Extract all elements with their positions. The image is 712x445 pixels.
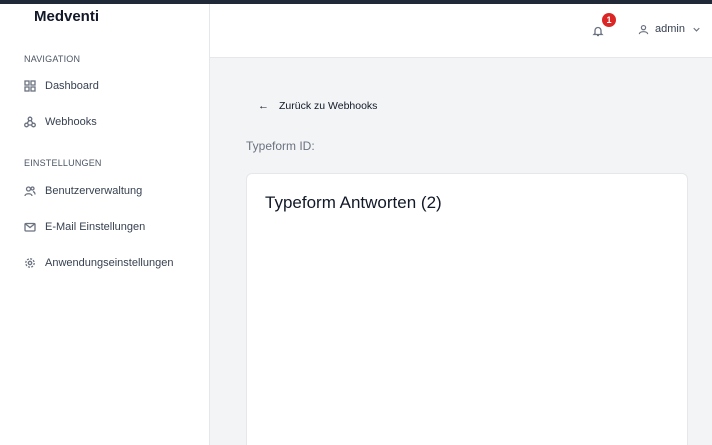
card-title: Typeform Antworten (2) bbox=[265, 193, 442, 212]
sidebar-item-app-settings[interactable]: Anwendungseinstellungen bbox=[24, 253, 173, 273]
back-to-webhooks-link[interactable]: ← Zurück zu Webhooks bbox=[258, 100, 377, 112]
sidebar-section-einstellungen: EINSTELLUNGEN bbox=[24, 158, 102, 168]
user-icon bbox=[638, 24, 649, 34]
sidebar-item-label: Anwendungseinstellungen bbox=[45, 257, 174, 269]
sidebar-item-label: Webhooks bbox=[45, 116, 97, 128]
brand-logo[interactable]: Medventi bbox=[34, 8, 99, 25]
chevron-down-icon bbox=[693, 27, 700, 32]
user-name: admin bbox=[655, 23, 685, 35]
typeform-id-label: Typeform ID: bbox=[246, 139, 315, 153]
webhook-icon bbox=[24, 116, 36, 128]
dashboard-icon bbox=[24, 80, 36, 92]
arrow-left-icon: ← bbox=[258, 100, 269, 112]
gear-icon bbox=[24, 257, 36, 269]
back-link-label: Zurück zu Webhooks bbox=[279, 100, 378, 112]
sidebar-item-email-settings[interactable]: E-Mail Einstellungen bbox=[24, 217, 145, 237]
bell-icon bbox=[592, 26, 604, 37]
sidebar-item-label: E-Mail Einstellungen bbox=[45, 221, 146, 233]
sidebar-item-label: Benutzerverwaltung bbox=[45, 185, 143, 197]
sidebar: Medventi NAVIGATION Dashboard Webhooks E… bbox=[0, 4, 210, 445]
sidebar-section-navigation: NAVIGATION bbox=[24, 54, 81, 64]
notification-button[interactable] bbox=[592, 24, 606, 38]
mail-icon bbox=[24, 221, 36, 233]
responses-card: Typeform Antworten (2) bbox=[246, 173, 688, 445]
sidebar-item-label: Dashboard bbox=[45, 80, 99, 92]
sidebar-item-benutzerverwaltung[interactable]: Benutzerverwaltung bbox=[24, 181, 142, 201]
sidebar-item-dashboard[interactable]: Dashboard bbox=[24, 76, 99, 96]
sidebar-item-webhooks[interactable]: Webhooks bbox=[24, 112, 97, 132]
user-menu[interactable]: admin bbox=[638, 23, 702, 35]
users-icon bbox=[24, 185, 36, 197]
top-header: 1 admin bbox=[210, 4, 712, 58]
notification-badge: 1 bbox=[602, 13, 616, 27]
